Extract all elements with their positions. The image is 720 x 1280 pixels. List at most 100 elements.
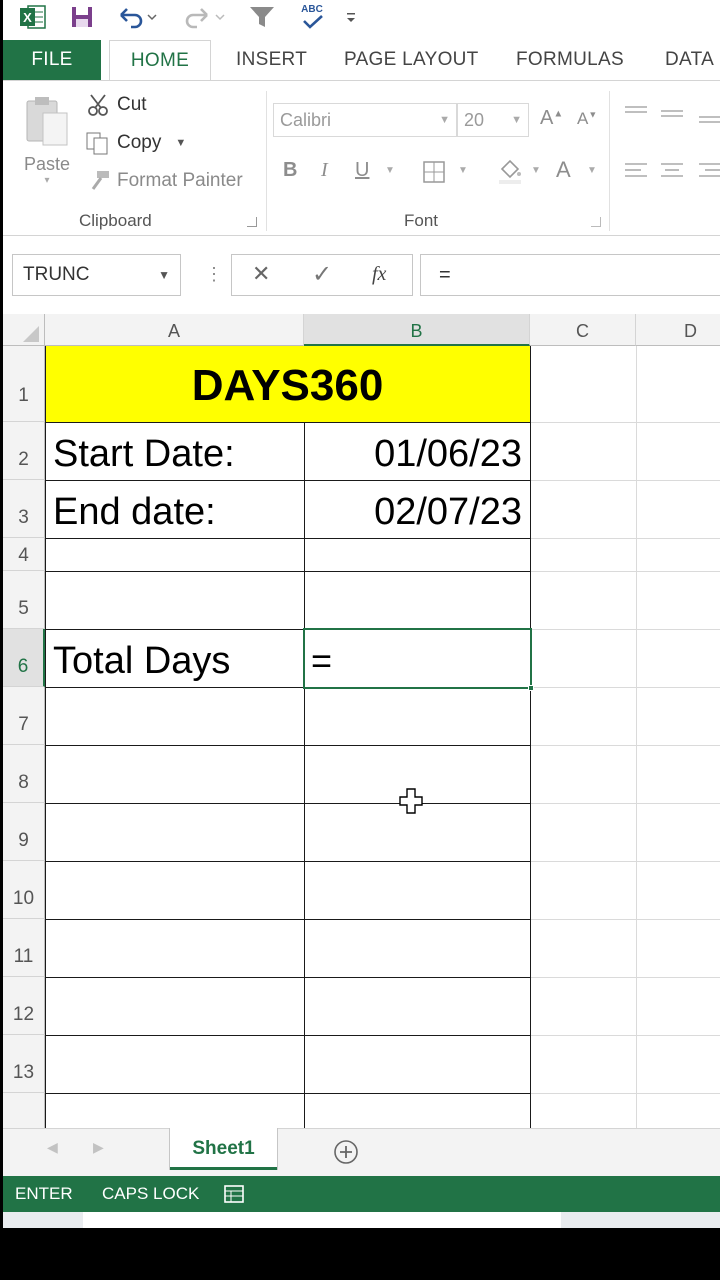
row-header-13[interactable]: 13 — [3, 1035, 45, 1093]
row-header-12[interactable]: 12 — [3, 977, 45, 1035]
font-name-combo[interactable]: Calibri ▼ — [273, 103, 457, 137]
column-header-a[interactable]: A — [45, 314, 304, 346]
cell-border — [45, 1035, 530, 1036]
filter-icon[interactable] — [247, 4, 277, 30]
cell-border — [45, 803, 530, 804]
underline-dropdown-icon[interactable]: ▼ — [385, 165, 395, 176]
tab-insert[interactable]: INSERT — [236, 40, 307, 80]
copy-button[interactable]: Copy ▼ — [85, 131, 186, 155]
row-header-8[interactable]: 8 — [3, 745, 45, 803]
cell-b3[interactable]: 02/07/23 — [304, 480, 522, 538]
ribbon-tabs: FILE HOME INSERT PAGE LAYOUT FORMULAS DA… — [3, 40, 720, 81]
row-header-14[interactable] — [3, 1093, 45, 1128]
fill-color-dropdown-icon[interactable]: ▼ — [531, 165, 541, 176]
font-color-dropdown-icon[interactable]: ▼ — [587, 165, 597, 176]
cell-a2[interactable]: Start Date: — [53, 422, 235, 480]
undo-icon[interactable] — [115, 4, 159, 30]
borders-icon — [423, 161, 445, 183]
row-header-5[interactable]: 5 — [3, 571, 45, 629]
redo-icon[interactable] — [183, 4, 227, 30]
new-sheet-button[interactable] — [333, 1139, 359, 1170]
row-header-1[interactable]: 1 — [3, 346, 45, 422]
formula-bar: TRUNC ▼ ⋮ ✕ ✓ fx = — [3, 238, 720, 314]
formula-input[interactable]: = — [420, 254, 720, 296]
cell-border — [45, 1093, 530, 1094]
active-cell-selection[interactable] — [303, 628, 532, 689]
cell-cursor-icon — [399, 788, 423, 819]
row-header-9[interactable]: 9 — [3, 803, 45, 861]
cell-a3[interactable]: End date: — [53, 480, 216, 538]
group-separator — [609, 91, 610, 231]
cell-border — [45, 919, 530, 920]
align-top-icons[interactable] — [623, 103, 720, 131]
grow-font-button[interactable]: A▲ — [540, 107, 563, 130]
copy-dropdown-icon[interactable]: ▼ — [175, 137, 186, 149]
sheet-tab-bar: ◀ ▶ Sheet1 — [3, 1128, 720, 1176]
status-caps-lock: CAPS LOCK — [102, 1184, 200, 1203]
cut-button[interactable]: Cut — [87, 93, 147, 117]
scroll-right-sheet-icon[interactable]: ▶ — [93, 1139, 104, 1156]
column-header-b[interactable]: B — [304, 314, 530, 346]
sheet-tab-sheet1[interactable]: Sheet1 — [170, 1128, 277, 1170]
formula-bar-grip-icon[interactable]: ⋮ — [205, 264, 223, 285]
cell-border — [45, 977, 530, 978]
shrink-font-button[interactable]: A▼ — [577, 109, 597, 129]
scrollbar-thumb[interactable] — [83, 1212, 561, 1228]
row-header-7[interactable]: 7 — [3, 687, 45, 745]
spelling-icon[interactable]: ABC — [297, 4, 327, 30]
select-all-corner[interactable] — [3, 314, 45, 346]
column-header-c[interactable]: C — [530, 314, 636, 346]
cell-a1-title[interactable]: DAYS360 — [45, 346, 530, 422]
scroll-left-sheet-icon[interactable]: ◀ — [47, 1139, 58, 1156]
row-header-4[interactable]: 4 — [3, 538, 45, 571]
row-header-2[interactable]: 2 — [3, 422, 45, 480]
grow-font-icon: A — [540, 107, 554, 129]
italic-button[interactable]: I — [321, 159, 328, 182]
paste-dropdown-icon[interactable]: ▾ — [21, 175, 73, 186]
font-size-combo[interactable]: 20 ▼ — [457, 103, 529, 137]
fill-handle[interactable] — [528, 685, 534, 691]
format-painter-button[interactable]: Format Painter — [87, 169, 243, 193]
borders-dropdown-icon[interactable]: ▼ — [458, 165, 468, 176]
cell-border — [45, 538, 530, 539]
row-header-11[interactable]: 11 — [3, 919, 45, 977]
cell-border — [530, 346, 531, 1128]
save-icon[interactable] — [69, 4, 95, 30]
chevron-down-icon[interactable]: ▼ — [158, 255, 170, 295]
borders-button[interactable] — [423, 161, 445, 188]
tab-home[interactable]: HOME — [109, 40, 211, 81]
fill-color-button[interactable] — [496, 157, 524, 190]
ribbon-home: Paste ▾ Cut Copy ▼ Format Painter Clipbo… — [3, 80, 720, 236]
customize-qat-icon[interactable] — [343, 4, 359, 30]
row-header-10[interactable]: 10 — [3, 861, 45, 919]
bold-button[interactable]: B — [283, 159, 297, 182]
clipboard-launcher-icon[interactable] — [247, 217, 257, 227]
cell-b2[interactable]: 01/06/23 — [304, 422, 522, 480]
font-launcher-icon[interactable] — [591, 217, 601, 227]
align-horizontal-icons[interactable] — [623, 161, 720, 185]
cell-border — [45, 745, 530, 746]
enter-formula-icon[interactable]: ✓ — [312, 260, 332, 289]
chevron-down-icon: ▼ — [439, 114, 450, 126]
copy-icon — [86, 132, 108, 155]
gridline — [636, 346, 637, 1128]
row-header-6[interactable]: 6 — [3, 629, 45, 687]
cell-a6[interactable]: Total Days — [53, 629, 230, 687]
tab-data[interactable]: DATA — [665, 40, 714, 80]
underline-button[interactable]: U — [355, 159, 369, 182]
tab-page-layout[interactable]: PAGE LAYOUT — [344, 40, 479, 80]
cancel-formula-icon[interactable]: ✕ — [252, 261, 270, 287]
tab-formulas[interactable]: FORMULAS — [516, 40, 624, 80]
column-header-d[interactable]: D — [636, 314, 720, 346]
insert-function-icon[interactable]: fx — [372, 263, 386, 286]
shrink-font-icon: A — [577, 109, 589, 128]
tab-file[interactable]: FILE — [3, 40, 101, 80]
paste-button[interactable]: Paste ▾ — [21, 95, 73, 186]
worksheet-grid[interactable]: A B C D 1 2 3 4 5 6 7 8 9 10 11 12 13 DA… — [3, 314, 720, 1128]
font-name-value: Calibri — [280, 110, 332, 130]
name-box[interactable]: TRUNC ▼ — [12, 254, 181, 296]
font-group-label: Font — [404, 211, 439, 230]
copy-label: Copy — [117, 132, 162, 153]
row-header-3[interactable]: 3 — [3, 480, 45, 538]
font-color-button[interactable]: A — [556, 157, 571, 183]
